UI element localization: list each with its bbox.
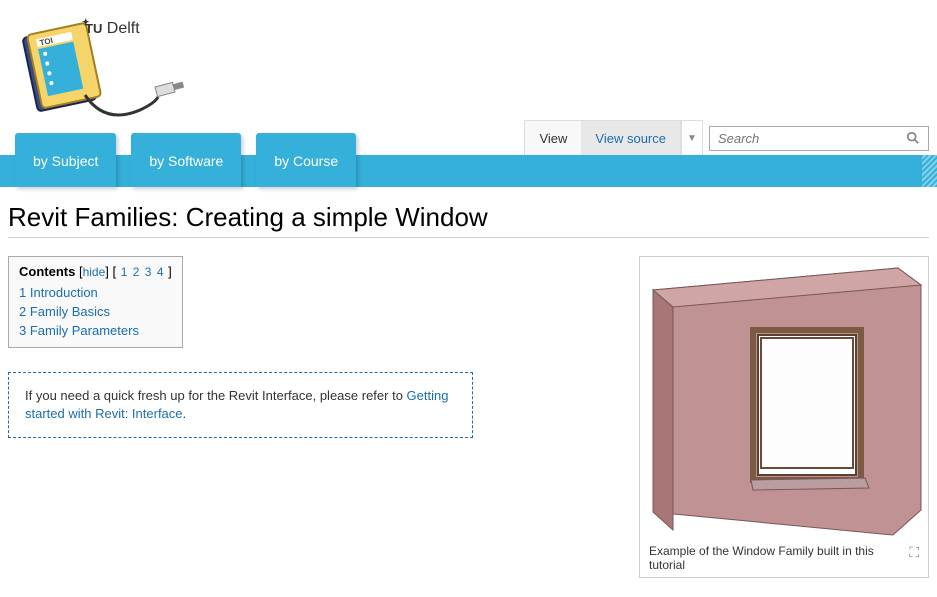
toc-pages: 1 2 3 4 [120, 265, 165, 279]
search-input[interactable] [718, 131, 906, 146]
nav-decor-edge [922, 155, 937, 187]
figure-caption-text: Example of the Window Family built in th… [649, 544, 903, 572]
toc-page-4[interactable]: 4 [157, 265, 164, 279]
toc-toggle[interactable]: hide [83, 265, 106, 279]
nav-bar: by Subject by Software by Course [0, 155, 937, 187]
more-dropdown[interactable]: ▼ [681, 120, 703, 156]
svg-text:✦: ✦ [82, 17, 90, 27]
nav-by-software[interactable]: by Software [131, 133, 241, 187]
toc-page-2[interactable]: 2 [133, 265, 140, 279]
page-title: Revit Families: Creating a simple Window [8, 202, 929, 238]
search-box [709, 126, 929, 151]
tab-view[interactable]: View [525, 121, 581, 156]
view-tabs: View View source [524, 120, 681, 156]
svg-text:TU Delft: TU Delft [85, 20, 140, 37]
site-logo[interactable]: TOI TU Delft ✦ [10, 5, 185, 150]
toc-page-1[interactable]: 1 [121, 265, 128, 279]
toc-page-3[interactable]: 3 [145, 265, 152, 279]
toc-item-family-basics[interactable]: 2 Family Basics [19, 302, 172, 321]
nav-by-subject[interactable]: by Subject [15, 133, 116, 187]
toc-item-family-parameters[interactable]: 3 Family Parameters [19, 321, 172, 340]
info-note: If you need a quick fresh up for the Rev… [8, 372, 473, 438]
figure-thumb: Example of the Window Family built in th… [639, 256, 929, 578]
figure-image[interactable] [643, 260, 925, 540]
search-icon[interactable] [906, 131, 920, 145]
nav-by-course[interactable]: by Course [256, 133, 356, 187]
enlarge-icon[interactable]: ⛶ [909, 544, 919, 561]
tab-view-source[interactable]: View source [581, 121, 680, 156]
note-text: If you need a quick fresh up for the Rev… [25, 388, 407, 403]
toc-title: Contents [19, 264, 75, 279]
table-of-contents: Contents [hide] [ 1 2 3 4 ] 1 Introducti… [8, 256, 183, 348]
toc-item-introduction[interactable]: 1 Introduction [19, 283, 172, 302]
